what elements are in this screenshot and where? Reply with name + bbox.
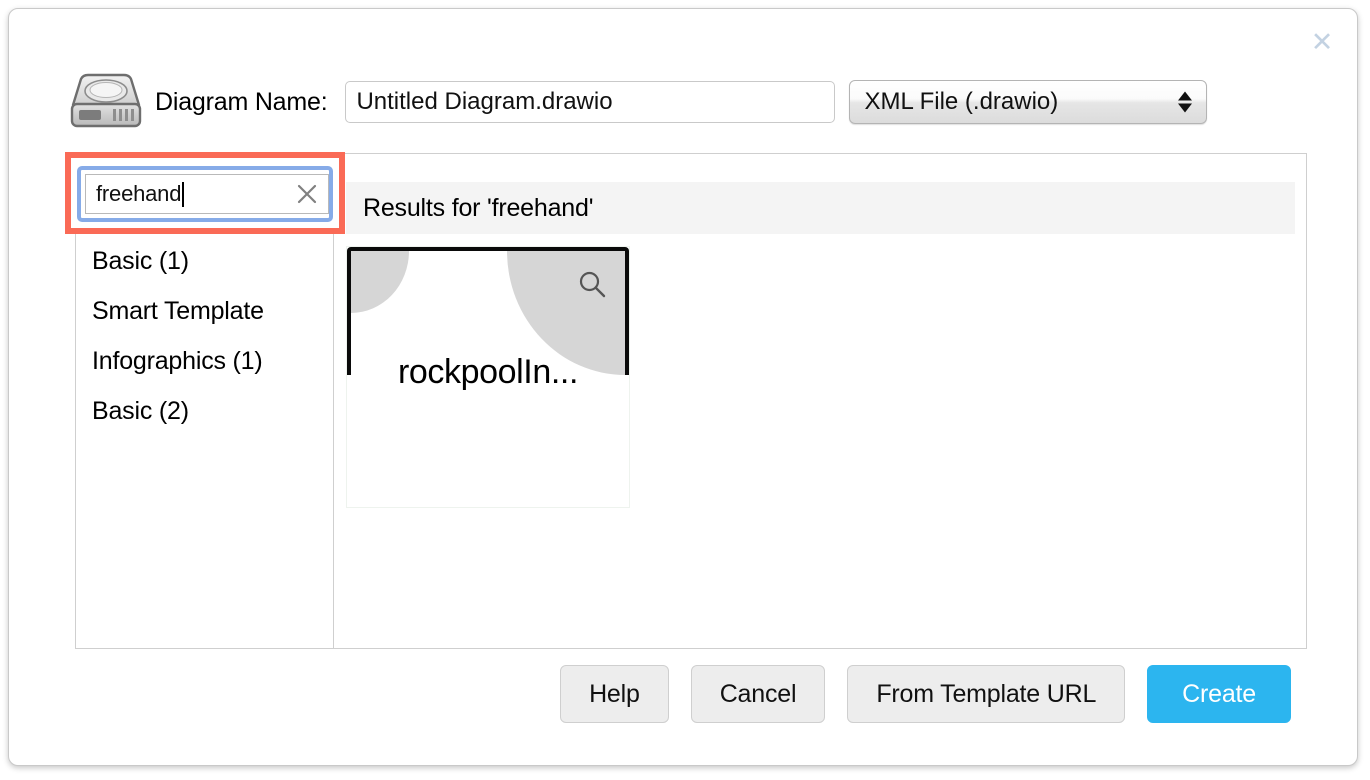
cancel-button[interactable]: Cancel	[691, 665, 826, 723]
results-grid: rockpoolIn...	[346, 246, 1295, 638]
diagram-name-label: Diagram Name:	[155, 88, 327, 117]
create-diagram-dialog: ✕	[8, 8, 1358, 766]
close-icon: ✕	[1311, 29, 1334, 56]
category-item-2[interactable]: Infographics (1)	[76, 336, 333, 386]
create-button[interactable]: Create	[1147, 665, 1291, 723]
close-button[interactable]: ✕	[1307, 27, 1337, 57]
category-item-1[interactable]: Smart Template	[76, 286, 333, 336]
category-item-label: Basic (1)	[92, 247, 189, 275]
diagram-name-input[interactable]	[345, 81, 835, 123]
results-panel: Results for 'freehand' rockpoolIn...	[335, 154, 1306, 648]
from-template-url-button[interactable]: From Template URL	[847, 665, 1125, 723]
decorative-blob-left	[351, 251, 409, 313]
file-type-select[interactable]: XML File (.drawio)	[849, 80, 1207, 124]
template-card[interactable]: rockpoolIn...	[346, 246, 630, 508]
category-item-label: Smart Template	[92, 297, 264, 325]
category-list: Basic (1) Smart Template Infographics (1…	[76, 236, 333, 436]
category-item-0[interactable]: Basic (1)	[76, 236, 333, 286]
results-header-label: Results for 'freehand'	[346, 194, 593, 223]
search-focus-ring: freehand	[77, 166, 333, 222]
search-highlight-box: freehand	[65, 152, 345, 234]
clear-search-icon[interactable]	[296, 183, 318, 205]
dialog-footer: Help Cancel From Template URL Create	[560, 665, 1291, 723]
file-type-value: XML File (.drawio)	[850, 88, 1058, 116]
template-card-title: rockpoolIn...	[347, 353, 629, 392]
card-edge-top	[351, 247, 625, 251]
search-input-value: freehand	[86, 181, 181, 207]
category-item-3[interactable]: Basic (2)	[76, 386, 333, 436]
search-input[interactable]: freehand	[85, 174, 329, 214]
text-caret	[182, 182, 184, 207]
chevron-updown-icon	[1178, 92, 1192, 113]
category-item-label: Infographics (1)	[92, 347, 263, 375]
category-item-label: Basic (2)	[92, 397, 189, 425]
help-button[interactable]: Help	[560, 665, 669, 723]
hard-disk-icon	[67, 71, 145, 133]
results-header-bar: Results for 'freehand'	[346, 182, 1295, 234]
diagram-name-row: Diagram Name: XML File (.drawio)	[67, 71, 1267, 133]
search-icon[interactable]	[577, 269, 607, 299]
